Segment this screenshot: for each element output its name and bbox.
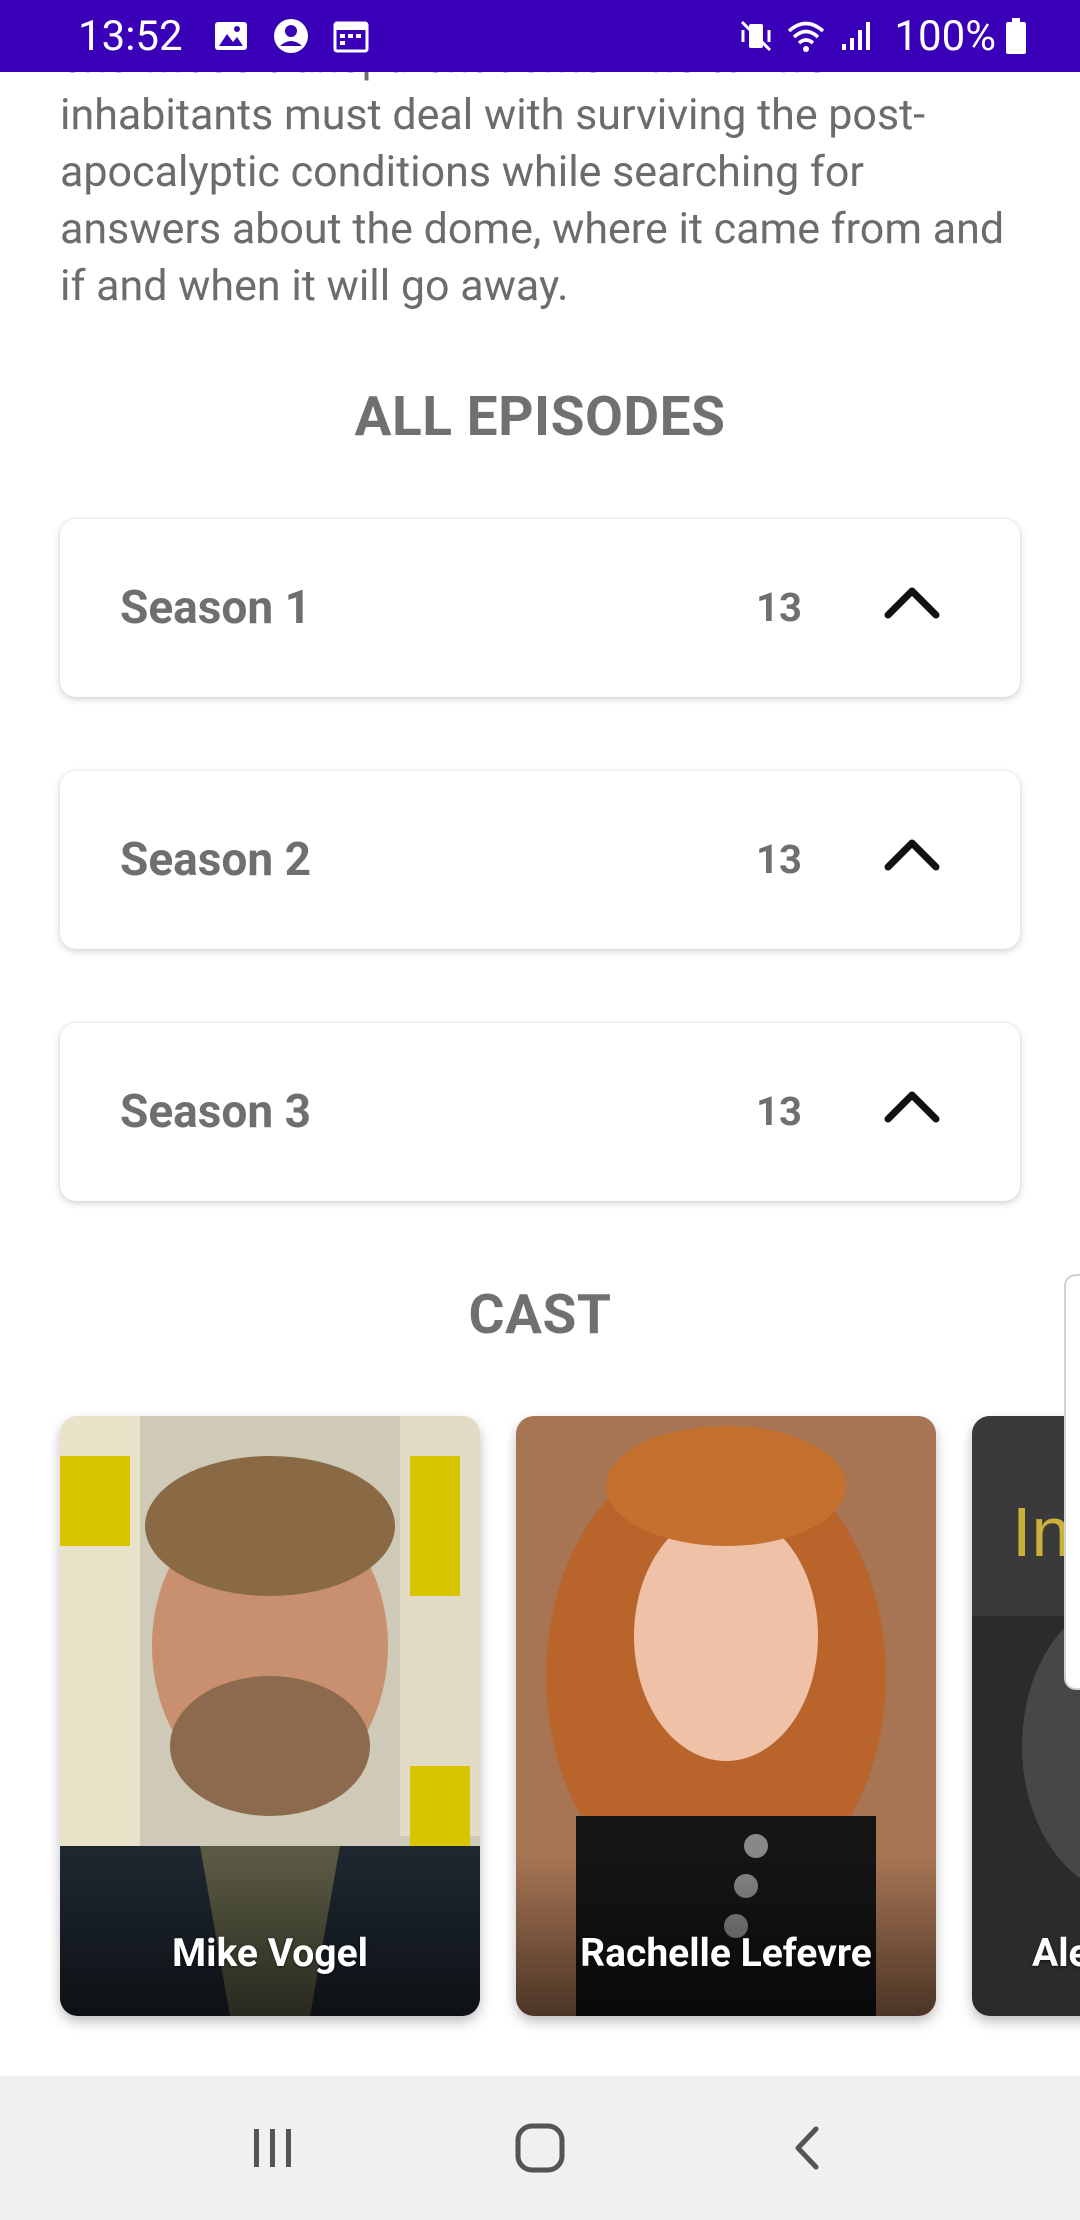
cast-name: Ale — [1032, 1930, 1080, 1976]
recent-apps-button[interactable] — [233, 2108, 313, 2188]
side-panel-handle[interactable] — [1064, 1274, 1080, 1690]
system-nav-bar — [0, 2076, 1080, 2220]
cast-card-mike-vogel[interactable]: Mike Vogel — [60, 1416, 480, 2016]
cast-photo — [516, 1416, 936, 2016]
episode-count: 13 — [756, 1088, 802, 1135]
status-time: 13:52 — [78, 11, 183, 61]
chevron-up-icon[interactable] — [884, 1085, 940, 1125]
show-detail-content[interactable]: enormous transparent dome. The town's in… — [0, 0, 1080, 2076]
show-description: enormous transparent dome. The town's in… — [60, 33, 1005, 311]
account-circle-icon — [273, 19, 308, 53]
episodes-heading: ALL EPISODES — [354, 385, 726, 449]
home-icon — [515, 2123, 565, 2173]
signal-icon — [842, 22, 871, 50]
season-label: Season 3 — [120, 1085, 311, 1139]
gallery-icon — [214, 22, 247, 50]
svg-text:In: In — [1012, 1493, 1070, 1571]
back-button[interactable] — [767, 2108, 847, 2188]
status-bar: 13:52 100% — [0, 0, 1080, 72]
chevron-up-icon[interactable] — [884, 833, 940, 873]
episode-count: 13 — [756, 584, 802, 631]
wifi-icon — [788, 21, 825, 52]
cast-heading: CAST — [468, 1283, 612, 1347]
chevron-up-icon[interactable] — [884, 581, 940, 621]
season-label: Season 1 — [120, 581, 311, 635]
calendar-icon — [333, 21, 369, 53]
season-label: Season 2 — [120, 833, 311, 887]
home-button[interactable] — [500, 2108, 580, 2188]
season-card-2[interactable]: Season 2 13 — [60, 771, 1020, 949]
battery-icon — [1006, 18, 1026, 54]
vibrate-mute-icon — [741, 20, 772, 52]
back-icon — [795, 2126, 819, 2170]
battery-percentage: 100% — [894, 11, 996, 61]
cast-card-rachelle-lefevre[interactable]: Rachelle Lefevre — [516, 1416, 936, 2016]
cast-name: Rachelle Lefevre — [580, 1930, 872, 1976]
recent-apps-icon — [254, 2129, 292, 2167]
season-card-1[interactable]: Season 1 13 — [60, 519, 1020, 697]
cast-photo — [60, 1416, 480, 2016]
season-card-3[interactable]: Season 3 13 — [60, 1023, 1020, 1201]
episode-count: 13 — [756, 836, 802, 883]
cast-name: Mike Vogel — [172, 1930, 368, 1976]
